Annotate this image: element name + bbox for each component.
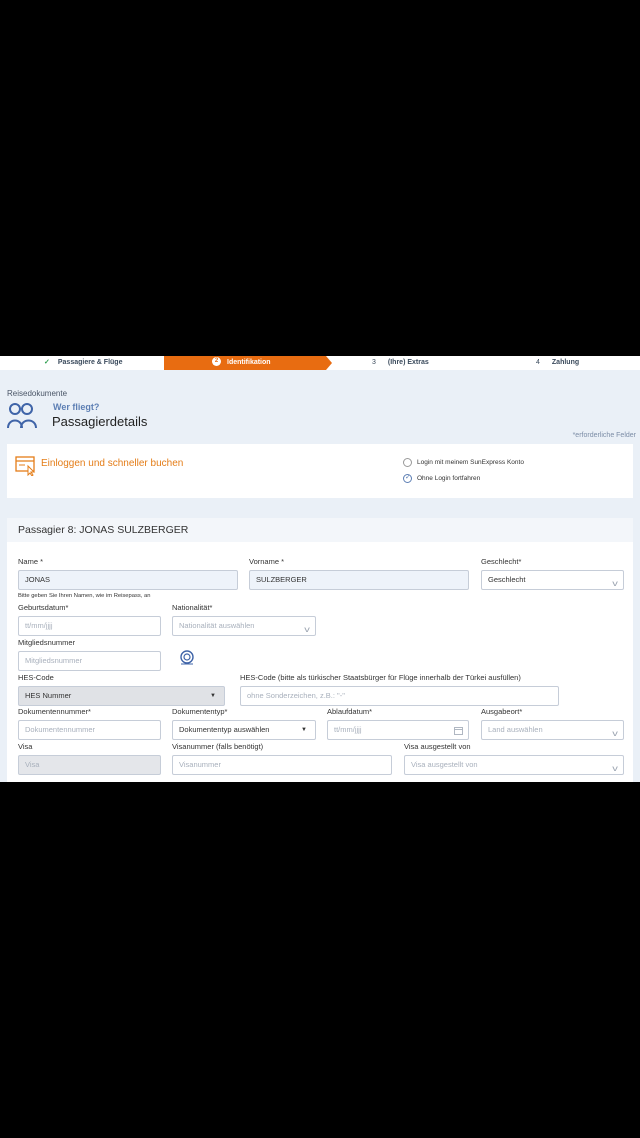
- step-number: 4: [536, 359, 540, 366]
- geburtsdatum-input[interactable]: tt/mm/jjjj: [18, 616, 161, 636]
- step-identification[interactable]: 2 Identifikation: [212, 356, 271, 370]
- breadcrumb: Reisedokumente: [7, 389, 68, 398]
- visa-field: Visa: [18, 755, 161, 775]
- hes-code-value: HES Nummer: [25, 691, 72, 700]
- dokumententyp-label: Dokumententyp*: [172, 707, 228, 716]
- dokumentennummer-input[interactable]: Dokumentennummer: [18, 720, 161, 740]
- passenger-title: Passagier 8: JONAS SULZBERGER: [18, 524, 189, 536]
- step-label: Identifikation: [227, 359, 271, 366]
- hes-code-text-label: HES-Code (bitte als türkischer Staatsbür…: [240, 673, 521, 682]
- login-with-account-option[interactable]: Login mit meinem SunExpress Konto: [403, 458, 524, 467]
- login-card: Einloggen und schneller buchen Login mit…: [7, 444, 633, 498]
- step-label: (Ihre) Extras: [387, 359, 429, 366]
- page-title: Passagierdetails: [52, 414, 148, 429]
- mitglied-label: Mitgliedsnummer: [18, 638, 76, 647]
- radio-button[interactable]: [403, 458, 412, 467]
- passenger-form: Passagier 8: JONAS SULZBERGER Name * JON…: [7, 518, 633, 782]
- visa-von-label: Visa ausgestellt von: [404, 742, 471, 751]
- ausgabeort-select[interactable]: Land auswählen v: [481, 720, 624, 740]
- radio-label: Login mit meinem SunExpress Konto: [417, 459, 524, 467]
- vorname-label: Vorname *: [249, 557, 285, 566]
- chevron-down-icon: v: [612, 729, 618, 738]
- chevron-down-icon: v: [304, 625, 310, 634]
- ablaufdatum-input[interactable]: tt/mm/jjjj: [327, 720, 469, 740]
- hes-code-select[interactable]: HES Nummer ▼: [18, 686, 225, 706]
- dokumententyp-select[interactable]: Dokumententyp auswählen ▼: [172, 720, 316, 740]
- vorname-field[interactable]: SULZBERGER: [249, 570, 469, 590]
- step-payment[interactable]: 4 Zahlung: [536, 356, 579, 370]
- geschlecht-label: Geschlecht*: [481, 557, 522, 566]
- required-fields-note: *erforderliche Felder: [572, 432, 636, 439]
- visa-von-select[interactable]: Visa ausgestellt von v: [404, 755, 624, 775]
- nationalitaet-placeholder: Nationalität auswählen: [179, 621, 255, 630]
- hes-code-label: HES-Code: [18, 673, 54, 682]
- radio-label: Ohne Login fortfahren: [417, 475, 481, 483]
- step-number: 2: [212, 356, 221, 366]
- step-passengers[interactable]: ✓ Passagiere & Flüge: [44, 356, 122, 370]
- ausgabeort-label: Ausgabeort*: [481, 707, 523, 716]
- dokumentennummer-label: Dokumentennummer*: [18, 707, 91, 716]
- name-hint: Bitte geben Sie Ihren Namen, wie im Reis…: [18, 593, 151, 599]
- mitglied-input[interactable]: Mitgliedsnummer: [18, 651, 161, 671]
- visanummer-input[interactable]: Visanummer: [172, 755, 392, 775]
- name-label: Name *: [18, 557, 44, 566]
- nationalitaet-select[interactable]: Nationalität auswählen v: [172, 616, 316, 636]
- geschlecht-value: Geschlecht: [488, 575, 526, 584]
- progress-steps: ✓ Passagiere & Flüge 2 Identifikation 3 (Ih…: [0, 356, 640, 370]
- geburtsdatum-label: Geburtsdatum*: [18, 603, 69, 612]
- dokumententyp-value: Dokumententyp auswählen: [179, 725, 270, 734]
- visa-von-placeholder: Visa ausgestellt von: [411, 760, 478, 769]
- radio-button-checked[interactable]: [403, 473, 412, 483]
- step-label: Zahlung: [551, 359, 580, 366]
- check-icon: ✓: [44, 359, 50, 366]
- who-flies-label: Wer fliegt?: [53, 402, 100, 412]
- login-link[interactable]: Einloggen und schneller buchen: [41, 458, 183, 469]
- ablaufdatum-label: Ablaufdatum*: [327, 707, 373, 716]
- geschlecht-select[interactable]: Geschlecht v: [481, 570, 624, 590]
- calendar-icon[interactable]: [454, 726, 463, 735]
- step-extras[interactable]: 3 (Ihre) Extras: [372, 356, 429, 370]
- chevron-down-icon: v: [612, 764, 618, 773]
- passenger-header: Passagier 8: JONAS SULZBERGER: [7, 518, 633, 542]
- visa-label: Visa: [18, 742, 33, 751]
- caret-down-icon: ▼: [301, 727, 307, 733]
- continue-without-login-option[interactable]: Ohne Login fortfahren: [403, 473, 481, 483]
- passengers-icon: [7, 403, 37, 429]
- ablaufdatum-placeholder: tt/mm/jjjj: [334, 725, 362, 734]
- member-card-icon[interactable]: [179, 649, 195, 665]
- step-label: Passagiere & Flüge: [57, 359, 123, 366]
- caret-down-icon: ▼: [210, 693, 216, 699]
- visanummer-label: Visanummer (falls benötigt): [172, 742, 264, 751]
- chevron-down-icon: v: [612, 579, 618, 588]
- login-window-icon: [15, 456, 36, 476]
- booking-screen: ✓ Passagiere & Flüge 2 Identifikation 3 (Ih…: [0, 356, 640, 782]
- name-field[interactable]: JONAS: [18, 570, 238, 590]
- ausgabeort-placeholder: Land auswählen: [488, 725, 543, 734]
- step-number: 3: [372, 359, 376, 366]
- hes-code-input[interactable]: ohne Sonderzeichen, z.B.: "-": [240, 686, 559, 706]
- nationalitaet-label: Nationalität*: [172, 603, 213, 612]
